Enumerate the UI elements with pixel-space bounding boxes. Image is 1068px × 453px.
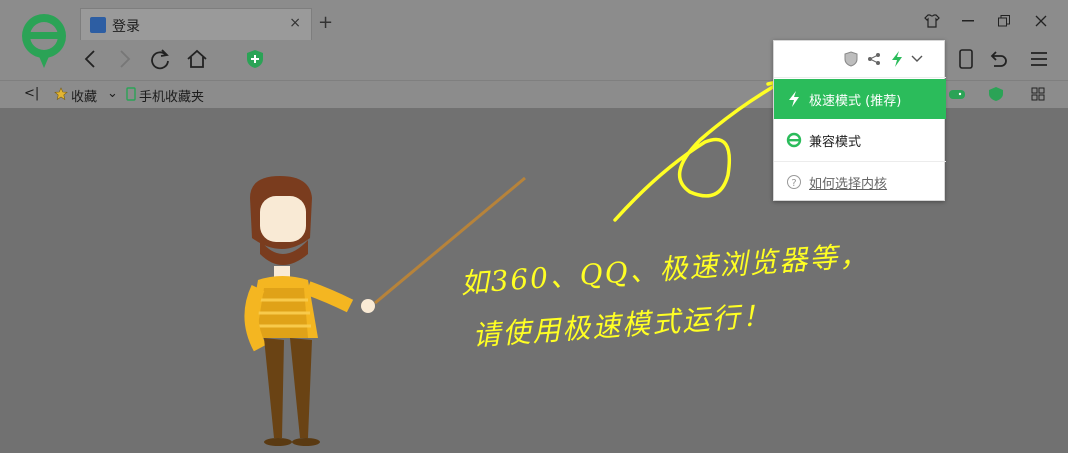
svg-text:?: ?	[791, 178, 796, 189]
game-icon[interactable]	[948, 87, 966, 101]
forward-icon[interactable]	[113, 48, 135, 70]
tab-close-icon[interactable]: ×	[289, 15, 301, 31]
pointer-arrow-icon	[613, 80, 788, 222]
option-speed-mode[interactable]: 极速模式 (推荐)	[774, 79, 946, 119]
kernel-mode-popup: 极速模式 (推荐) 兼容模式 ? 如何选择内核	[773, 40, 946, 201]
option-label: 极速模式 (推荐)	[809, 94, 902, 109]
menu-icon[interactable]	[1028, 48, 1050, 70]
apps-grid-icon[interactable]	[1031, 87, 1045, 101]
share-icon[interactable]	[867, 52, 881, 66]
mobile-favorites-link[interactable]: 手机收藏夹	[139, 86, 204, 105]
close-window-icon[interactable]	[1035, 15, 1047, 27]
minimize-icon[interactable]	[962, 20, 974, 22]
tab-strip: 登录 × +	[0, 0, 1068, 68]
option-label: 如何选择内核	[809, 177, 888, 192]
lightning-icon[interactable]	[891, 51, 903, 67]
security-shield-icon[interactable]	[244, 48, 266, 70]
option-label: 兼容模式	[809, 135, 862, 150]
phone-icon	[126, 87, 136, 101]
restore-icon[interactable]	[998, 15, 1010, 27]
option-help-link[interactable]: ? 如何选择内核	[774, 161, 946, 201]
question-icon: ?	[787, 175, 801, 189]
favorites-menu[interactable]: 收藏	[71, 86, 97, 105]
popup-header	[774, 41, 946, 78]
home-icon[interactable]	[186, 48, 208, 70]
shield-icon[interactable]	[844, 51, 858, 67]
site-favicon-icon	[90, 17, 106, 33]
skin-icon[interactable]	[924, 14, 940, 28]
ie-icon	[786, 132, 802, 148]
tab-login[interactable]: 登录 ×	[80, 8, 312, 40]
refresh-icon[interactable]	[149, 48, 171, 70]
option-compat-mode[interactable]: 兼容模式	[774, 120, 946, 160]
back-icon[interactable]	[80, 48, 102, 70]
mobile-icon[interactable]	[955, 48, 977, 70]
chevron-down-icon[interactable]: ⌄	[107, 86, 118, 101]
lightning-icon	[789, 91, 799, 107]
chevron-down-icon[interactable]	[911, 55, 923, 63]
star-icon	[54, 87, 68, 101]
undo-icon[interactable]	[986, 48, 1008, 70]
tab-title: 登录	[112, 19, 140, 35]
new-tab-button[interactable]: +	[318, 12, 333, 33]
wallet-shield-icon[interactable]	[988, 87, 1004, 101]
bookmarks-collapse-button[interactable]: <|	[24, 86, 39, 101]
teacher-illustration	[244, 176, 526, 446]
